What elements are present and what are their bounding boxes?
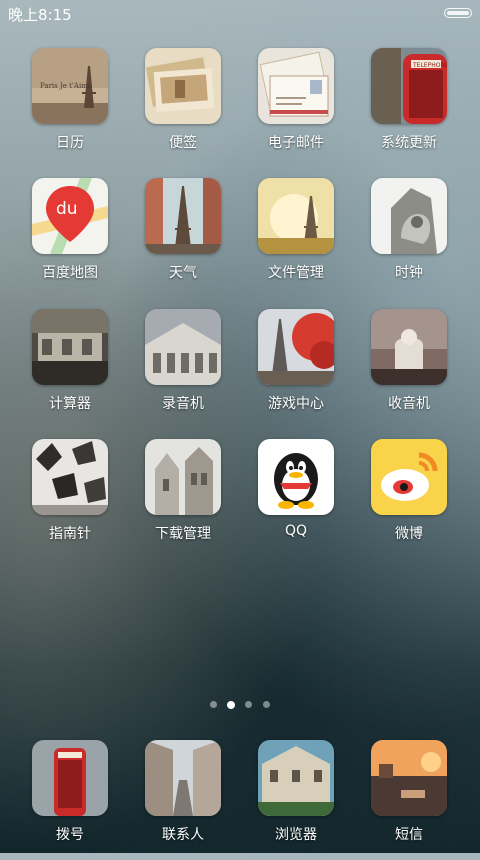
- app-label: 百度地图: [42, 265, 98, 281]
- app-label: 文件管理: [268, 265, 324, 281]
- app-label: 系统更新: [381, 135, 437, 151]
- app-game-center[interactable]: 游戏中心: [246, 309, 346, 429]
- svg-text:Paris Je t'Aime: Paris Je t'Aime: [40, 82, 92, 90]
- dock-browser[interactable]: 浏览器: [246, 740, 346, 860]
- compass-leaves-icon: [32, 439, 108, 515]
- app-file-manager[interactable]: 文件管理: [246, 178, 346, 298]
- app-baidu-map[interactable]: du 百度地图: [20, 178, 120, 298]
- app-label: 收音机: [388, 396, 430, 412]
- app-label: 电子邮件: [268, 135, 324, 151]
- app-notes[interactable]: 便签: [133, 48, 233, 168]
- email-letters-icon: [258, 48, 334, 124]
- radio-basilica-icon: [371, 309, 447, 385]
- app-label: 浏览器: [275, 827, 317, 843]
- app-download-manager[interactable]: 下载管理: [133, 439, 233, 559]
- status-time: 晚上8:15: [8, 6, 72, 24]
- app-label: QQ: [284, 523, 308, 539]
- dock-messages[interactable]: 短信: [359, 740, 459, 860]
- app-radio[interactable]: 收音机: [359, 309, 459, 429]
- page-dot-active[interactable]: [227, 700, 235, 709]
- app-label: 便签: [169, 135, 197, 151]
- app-label: 短信: [395, 827, 423, 843]
- calculator-street-icon: [32, 309, 108, 385]
- app-label: 录音机: [162, 396, 204, 412]
- system-update-phonebooth-icon: TELEPHONE: [371, 48, 447, 124]
- page-indicator[interactable]: [0, 700, 480, 711]
- baidu-map-icon-text: du: [56, 199, 78, 219]
- app-label: 指南针: [49, 526, 91, 542]
- contacts-street-icon: [145, 740, 221, 816]
- baidu-map-icon: du: [32, 178, 108, 254]
- app-weibo[interactable]: 微博: [359, 439, 459, 559]
- game-center-eiffel-icon: [258, 309, 334, 385]
- recorder-building-icon: [145, 309, 221, 385]
- download-manager-church-icon: [145, 439, 221, 515]
- app-clock[interactable]: 时钟: [359, 178, 459, 298]
- app-label: 日历: [56, 135, 84, 151]
- page-dot[interactable]: [245, 701, 252, 708]
- dock-dialer[interactable]: 拨号: [20, 740, 120, 860]
- file-manager-eiffel-icon: [258, 178, 334, 254]
- notes-postcards-icon: [145, 48, 221, 124]
- app-qq[interactable]: QQ: [246, 439, 346, 559]
- battery-icon: [444, 8, 472, 18]
- svg-text:TELEPHONE: TELEPHONE: [412, 62, 447, 69]
- qq-penguin-icon: [258, 439, 334, 515]
- messages-canal-icon: [371, 740, 447, 816]
- app-label: 拨号: [56, 827, 84, 843]
- page-dot[interactable]: [210, 701, 217, 708]
- app-label: 计算器: [49, 396, 91, 412]
- dock-contacts[interactable]: 联系人: [133, 740, 233, 860]
- app-label: 游戏中心: [268, 396, 324, 412]
- browser-building-icon: [258, 740, 334, 816]
- dialer-phonebooth-icon: [32, 740, 108, 816]
- page-dot[interactable]: [263, 701, 270, 708]
- app-weather[interactable]: 天气: [133, 178, 233, 298]
- app-recorder[interactable]: 录音机: [133, 309, 233, 429]
- app-email[interactable]: 电子邮件: [246, 48, 346, 168]
- weibo-icon: [371, 439, 447, 515]
- app-compass[interactable]: 指南针: [20, 439, 120, 559]
- weather-eiffel-icon: [145, 178, 221, 254]
- app-label: 时钟: [395, 265, 423, 281]
- clock-statue-icon: [371, 178, 447, 254]
- status-bar: 晚上8:15: [0, 0, 480, 28]
- app-label: 天气: [169, 265, 197, 281]
- app-label: 微博: [395, 526, 423, 542]
- app-system-update[interactable]: TELEPHONE 系统更新: [359, 48, 459, 168]
- app-calculator[interactable]: 计算器: [20, 309, 120, 429]
- app-calendar[interactable]: Paris Je t'Aime 日历: [20, 48, 120, 168]
- app-label: 联系人: [162, 827, 204, 843]
- app-label: 下载管理: [155, 526, 211, 542]
- calendar-eiffel-photo-icon: Paris Je t'Aime: [32, 48, 108, 124]
